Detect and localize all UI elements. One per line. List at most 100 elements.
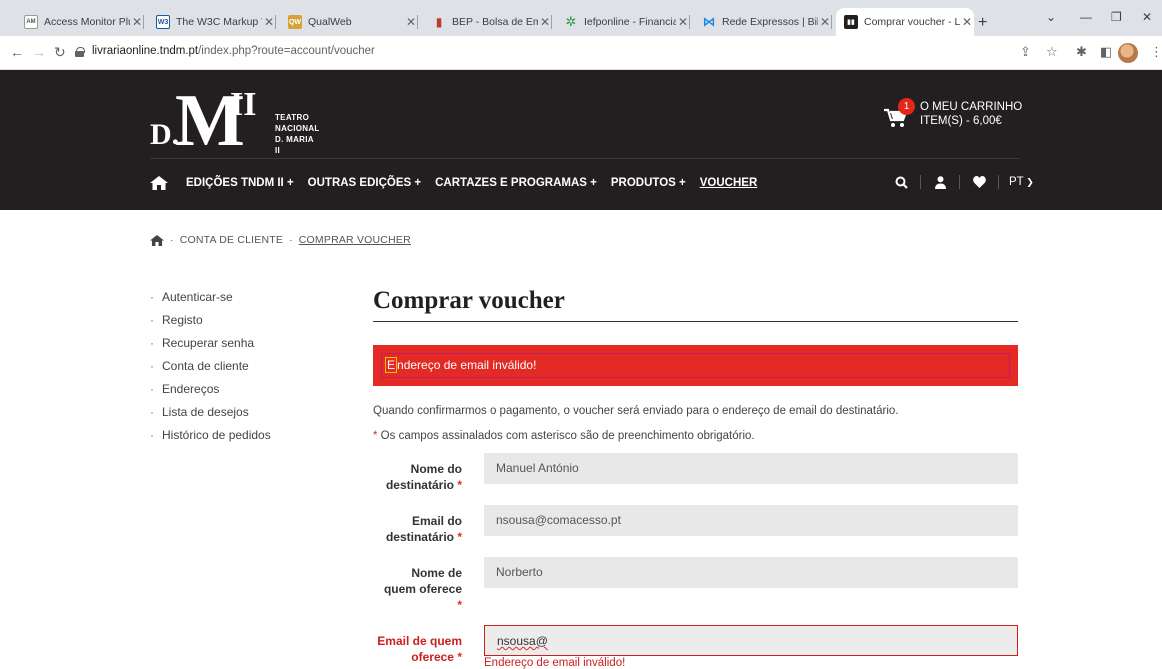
home-icon[interactable] xyxy=(150,234,164,246)
sidebar-item-recuperar-senha[interactable]: Recuperar senha xyxy=(150,336,271,359)
nav-cartazes-programas[interactable]: CARTAZES E PROGRAMAS + xyxy=(435,177,597,189)
nav-separator xyxy=(998,175,999,189)
tab-favicon-icon: AM xyxy=(24,15,38,29)
field-label: Nome do destinatário * xyxy=(385,462,462,492)
browser-tab[interactable]: ✲ Iefponline - Financia ✕ xyxy=(556,8,690,36)
field-label: Email do destinatário * xyxy=(385,514,462,544)
sender-email-input[interactable]: nsousa@ xyxy=(484,625,1018,656)
logo-text-line: NACIONAL xyxy=(275,124,320,133)
tab-title: BEP - Bolsa de Empre xyxy=(452,16,538,28)
extensions-icon[interactable]: ✱ xyxy=(1076,44,1087,60)
tab-title: Rede Expressos | Bilh xyxy=(722,16,818,28)
tab-favicon-icon: ✲ xyxy=(565,14,577,29)
tab-separator xyxy=(143,15,144,29)
tab-favicon-icon: QW xyxy=(288,15,302,29)
menu-kebab-icon[interactable]: ⋮ xyxy=(1150,44,1162,60)
back-icon[interactable]: ← xyxy=(10,44,24,60)
share-icon[interactable]: ⇪ xyxy=(1020,44,1031,60)
sidebar-item-enderecos[interactable]: Endereços xyxy=(150,382,271,405)
tab-search-icon[interactable]: ⌄ xyxy=(1046,10,1056,24)
sidebar-item-autenticar[interactable]: Autenticar-se xyxy=(150,290,271,313)
tab-title: Iefponline - Financia xyxy=(584,16,676,28)
close-icon[interactable]: ✕ xyxy=(130,15,144,29)
sender-email-error: Endereço de email inválido! xyxy=(484,657,626,669)
site-header: D. M II TEATRO NACIONAL D. MARIA II 1 O … xyxy=(0,70,1162,210)
tab-separator xyxy=(275,15,276,29)
nav-separator xyxy=(959,175,960,189)
recipient-name-input[interactable]: Manuel António xyxy=(484,453,1018,484)
minimize-icon[interactable]: — xyxy=(1080,10,1092,24)
language-label: PT xyxy=(1009,176,1024,188)
breadcrumb: · CONTA DE CLIENTE · COMPRAR VOUCHER xyxy=(150,234,411,246)
nav-edicoes-tndm[interactable]: EDIÇÕES TNDM II + xyxy=(186,177,294,189)
required-note-text: Os campos assinalados com asterisco são … xyxy=(377,430,755,442)
nav-produtos[interactable]: PRODUTOS + xyxy=(611,177,686,189)
cart-title: O MEU CARRINHO xyxy=(920,101,1023,113)
side-panel-icon[interactable]: ◧ xyxy=(1100,44,1112,60)
nav-voucher[interactable]: VOUCHER xyxy=(700,177,758,189)
tab-favicon-icon: ▮▮ xyxy=(844,15,858,29)
breadcrumb-separator: · xyxy=(289,234,293,246)
language-selector[interactable]: PT ❯ xyxy=(1009,176,1034,188)
restore-icon[interactable]: ❐ xyxy=(1111,10,1122,24)
tab-title: The W3C Markup Vali xyxy=(176,16,262,28)
tab-title: QualWeb xyxy=(308,16,352,28)
alert-first-letter: E xyxy=(385,357,398,373)
lock-icon[interactable] xyxy=(75,47,85,57)
sender-name-input[interactable]: Norberto xyxy=(484,557,1018,588)
search-icon[interactable] xyxy=(892,174,910,190)
browser-tab[interactable]: ⋈ Rede Expressos | Bilh ✕ xyxy=(694,8,832,36)
browser-tab-bar: AM Access Monitor Plus ✕ W3 The W3C Mark… xyxy=(0,0,1162,36)
nav-outras-edicoes[interactable]: OUTRAS EDIÇÕES + xyxy=(308,177,421,189)
reload-icon[interactable]: ↻ xyxy=(54,44,66,61)
sidebar-item-historico-pedidos[interactable]: Histórico de pedidos xyxy=(150,428,271,451)
sidebar-item-registo[interactable]: Registo xyxy=(150,313,271,336)
home-icon[interactable] xyxy=(150,176,168,190)
account-icon[interactable] xyxy=(931,174,949,190)
main-nav: EDIÇÕES TNDM II + OUTRAS EDIÇÕES + CARTA… xyxy=(150,176,771,190)
tab-favicon-icon: ⋈ xyxy=(702,14,716,29)
nav-separator xyxy=(920,175,921,189)
tab-favicon-icon: ▮ xyxy=(435,15,443,29)
breadcrumb-conta-cliente[interactable]: CONTA DE CLIENTE xyxy=(180,234,283,246)
tab-favicon-icon: W3 xyxy=(156,15,170,29)
cart-summary: O MEU CARRINHO ITEM(S) - 6,00€ xyxy=(920,100,1040,128)
forward-icon[interactable]: → xyxy=(32,44,46,60)
close-icon[interactable]: ✕ xyxy=(538,15,552,29)
browser-tab[interactable]: QW QualWeb ✕ xyxy=(280,8,418,36)
field-label: Email de quem oferece * xyxy=(377,634,462,664)
title-divider xyxy=(373,321,1018,322)
new-tab-icon[interactable]: + xyxy=(978,14,987,32)
sidebar-item-lista-desejos[interactable]: Lista de desejos xyxy=(150,405,271,428)
close-icon[interactable]: ✕ xyxy=(262,15,276,29)
sidebar-item-conta-cliente[interactable]: Conta de cliente xyxy=(150,359,271,382)
close-icon[interactable]: ✕ xyxy=(676,15,690,29)
header-utility-nav: PT ❯ xyxy=(882,174,1034,190)
voucher-info-text: Quando confirmarmos o pagamento, o vouch… xyxy=(373,405,899,417)
alert-message: Endereço de email inválido! xyxy=(381,353,1010,378)
field-label: Nome de quem oferece * xyxy=(383,566,462,612)
browser-tab[interactable]: W3 The W3C Markup Vali ✕ xyxy=(148,8,276,36)
close-icon[interactable]: ✕ xyxy=(960,15,974,29)
bookmark-star-icon[interactable]: ☆ xyxy=(1046,44,1058,60)
tab-separator xyxy=(417,15,418,29)
heart-icon[interactable] xyxy=(970,174,988,190)
close-window-icon[interactable]: ✕ xyxy=(1142,10,1152,24)
browser-tab[interactable]: AM Access Monitor Plus ✕ xyxy=(16,8,144,36)
breadcrumb-comprar-voucher[interactable]: COMPRAR VOUCHER xyxy=(299,234,411,246)
browser-tab-active[interactable]: ▮▮ Comprar voucher - L ✕ xyxy=(836,8,974,36)
chevron-down-icon: ❯ xyxy=(1023,177,1034,187)
close-icon[interactable]: ✕ xyxy=(404,15,418,29)
browser-tab[interactable]: ▮ BEP - Bolsa de Empre ✕ xyxy=(424,8,552,36)
profile-avatar[interactable] xyxy=(1118,43,1138,63)
logo-text-line: TEATRO xyxy=(275,113,310,122)
url-field[interactable]: livrariaonline.tndm.pt/index.php?route=a… xyxy=(92,45,375,57)
recipient-email-input[interactable]: nsousa@comacesso.pt xyxy=(484,505,1018,536)
logo-text-line: D. MARIA II xyxy=(275,135,314,155)
required-fields-note: * Os campos assinalados com asterisco sã… xyxy=(373,430,755,442)
sender-email-value: nsousa@ xyxy=(497,634,548,648)
tab-separator xyxy=(831,15,832,29)
close-icon[interactable]: ✕ xyxy=(818,15,832,29)
logo-text: TEATRO NACIONAL D. MARIA II xyxy=(275,112,320,156)
cart-items-total: ITEM(S) - 6,00€ xyxy=(920,115,1002,127)
